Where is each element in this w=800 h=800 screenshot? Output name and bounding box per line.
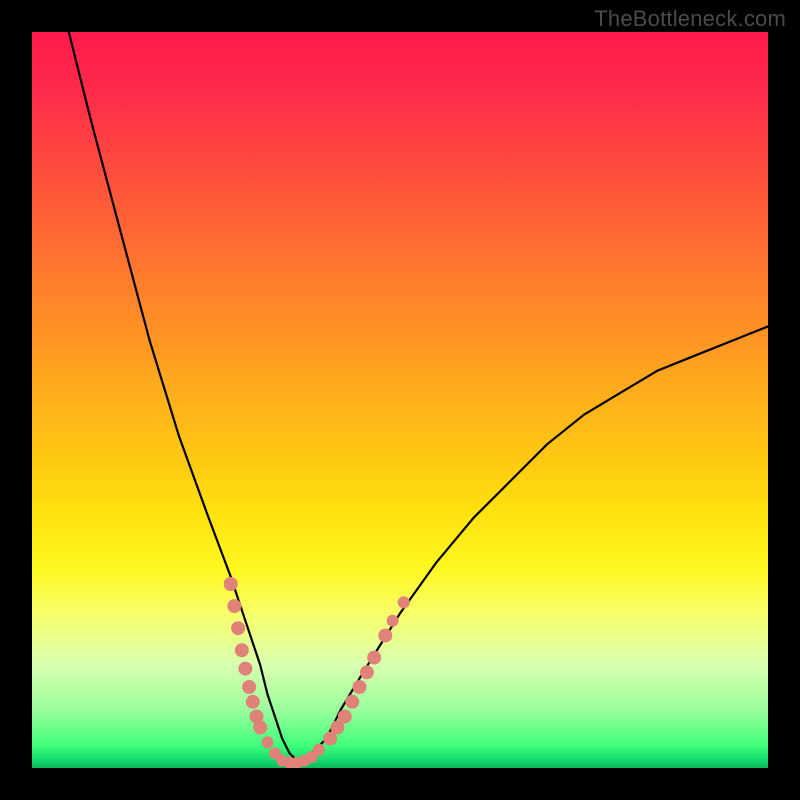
- chart-container: TheBottleneck.com: [0, 0, 800, 800]
- chart-svg: [32, 32, 768, 768]
- marker-point: [262, 736, 274, 748]
- marker-point: [253, 721, 267, 735]
- marker-layer: [224, 577, 410, 768]
- marker-point: [227, 599, 241, 613]
- curve-layer: [69, 32, 768, 761]
- marker-point: [238, 662, 252, 676]
- marker-point: [378, 629, 392, 643]
- marker-point: [224, 577, 238, 591]
- marker-point: [360, 665, 374, 679]
- marker-point: [338, 710, 352, 724]
- marker-point: [353, 680, 367, 694]
- marker-point: [345, 695, 359, 709]
- plot-area: [32, 32, 768, 768]
- watermark-text: TheBottleneck.com: [594, 6, 786, 32]
- marker-point: [246, 695, 260, 709]
- marker-point: [367, 651, 381, 665]
- marker-point: [242, 680, 256, 694]
- marker-point: [398, 596, 410, 608]
- bottleneck-curve: [69, 32, 768, 761]
- marker-point: [387, 615, 399, 627]
- marker-point: [235, 643, 249, 657]
- marker-point: [231, 621, 245, 635]
- marker-point: [313, 744, 325, 756]
